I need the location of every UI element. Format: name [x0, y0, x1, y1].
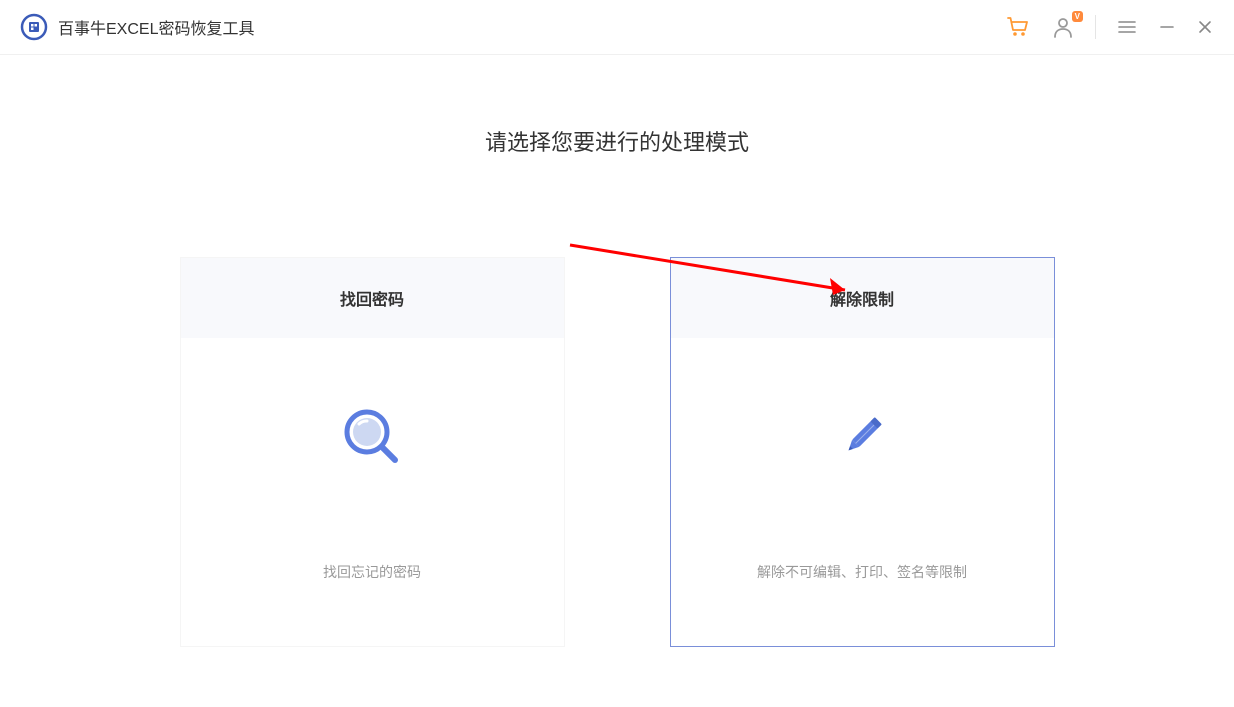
header-left: 百事牛EXCEL密码恢复工具 — [20, 13, 254, 41]
card-recover-password[interactable]: 找回密码 找回忘记的密码 — [180, 257, 565, 647]
main-content: 请选择您要进行的处理模式 找回密码 找回忘记的密码 解 — [0, 55, 1234, 647]
close-icon[interactable] — [1196, 18, 1214, 36]
minimize-icon[interactable] — [1158, 18, 1176, 36]
app-logo-icon — [20, 13, 48, 41]
page-title: 请选择您要进行的处理模式 — [485, 125, 749, 157]
app-title: 百事牛EXCEL密码恢复工具 — [58, 15, 254, 39]
vip-badge: V — [1072, 11, 1083, 22]
card-remove-restriction[interactable]: 解除限制 解除不可编辑、打印、签名等限制 — [670, 257, 1055, 647]
card-title: 找回密码 — [340, 286, 404, 310]
magnifier-icon — [337, 402, 407, 472]
card-title: 解除限制 — [830, 286, 894, 310]
app-header: 百事牛EXCEL密码恢复工具 V — [0, 0, 1234, 55]
cart-icon[interactable] — [1005, 14, 1031, 40]
pencil-icon — [827, 402, 897, 472]
card-description: 解除不可编辑、打印、签名等限制 — [757, 562, 967, 582]
card-body: 找回忘记的密码 — [181, 338, 564, 646]
card-description: 找回忘记的密码 — [323, 562, 421, 582]
user-icon[interactable]: V — [1051, 15, 1075, 39]
mode-cards-container: 找回密码 找回忘记的密码 解除限制 — [180, 257, 1055, 647]
card-header: 解除限制 — [671, 258, 1054, 338]
header-right: V — [1005, 14, 1214, 40]
card-header: 找回密码 — [181, 258, 564, 338]
header-divider — [1095, 15, 1096, 39]
menu-icon[interactable] — [1116, 16, 1138, 38]
card-body: 解除不可编辑、打印、签名等限制 — [671, 338, 1054, 646]
